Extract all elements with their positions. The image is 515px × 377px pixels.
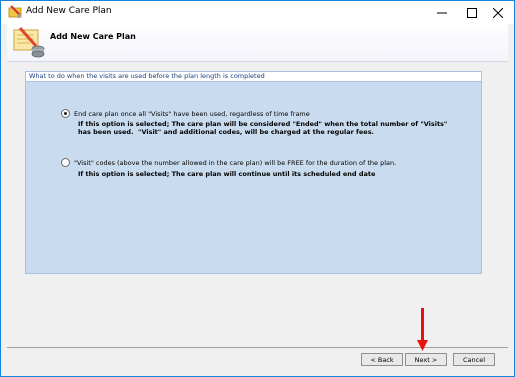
maximize-icon (467, 7, 477, 18)
next-button[interactable]: Next > (405, 353, 447, 366)
wizard-icon (12, 26, 46, 58)
wizard-header: Add New Care Plan (7, 24, 508, 62)
wizard-window: Add New Care Plan Add New Care Plan What… (0, 0, 515, 377)
app-icon (8, 5, 23, 19)
free-visits-radio[interactable] (61, 158, 70, 167)
close-icon (493, 7, 503, 18)
panel-caption: What to do when the visits are used befo… (26, 72, 481, 82)
visits-option-panel: What to do when the visits are used befo… (25, 71, 482, 274)
title-bar[interactable]: Add New Care Plan (1, 1, 514, 24)
close-button[interactable] (482, 1, 514, 24)
end-plan-radio[interactable] (61, 109, 70, 118)
window-title: Add New Care Plan (26, 6, 112, 16)
end-plan-note-line2: has been used. "Visit" and additional co… (78, 128, 375, 136)
free-visits-note: If this option is selected; The care pla… (78, 170, 376, 178)
footer-separator (7, 347, 508, 348)
back-button[interactable]: < Back (361, 353, 403, 366)
end-plan-note-line1: If this option is selected; The care pla… (78, 120, 448, 128)
annotation-arrow-icon (417, 308, 428, 351)
minimize-icon (437, 12, 447, 13)
page-title: Add New Care Plan (50, 32, 136, 41)
end-plan-label[interactable]: End care plan once all "Visits" have bee… (74, 110, 310, 118)
minimize-button[interactable] (426, 1, 458, 24)
cancel-button[interactable]: Cancel (453, 353, 495, 366)
free-visits-label[interactable]: "Visit" codes (above the number allowed … (74, 159, 396, 167)
